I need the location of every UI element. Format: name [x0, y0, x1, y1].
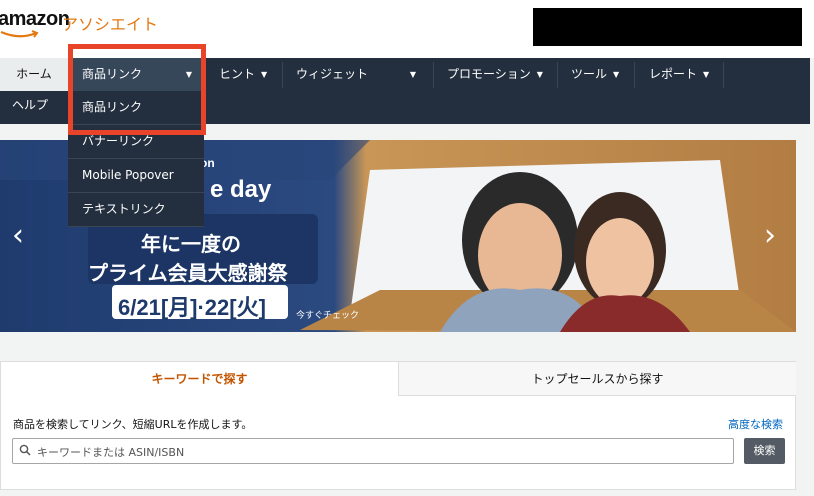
- nav-home-label: ホーム: [16, 67, 52, 81]
- chevron-down-icon: ▼: [409, 70, 416, 79]
- logo-smile-icon: [0, 30, 39, 38]
- dropdown-item-text-links[interactable]: テキストリンク: [68, 193, 204, 227]
- banner-headline-line2: プライム会員大感謝祭: [88, 261, 288, 285]
- chevron-down-icon: ▼: [536, 70, 543, 79]
- search-icon: [19, 444, 31, 456]
- nav-divider: [723, 62, 724, 88]
- chevron-down-icon: ▼: [185, 70, 192, 79]
- nav-divider: [557, 62, 558, 88]
- banner-headline-line1: 年に一度の: [141, 232, 241, 256]
- product-search-panel: キーワードで探す トップセールスから探す 商品を検索してリンク、短縮URLを作成…: [0, 361, 796, 490]
- nav-divider: [282, 62, 283, 88]
- search-input[interactable]: [35, 442, 729, 462]
- chevron-down-icon: ▼: [703, 70, 710, 79]
- search-button[interactable]: 検索: [744, 438, 785, 464]
- nav-home[interactable]: ホーム: [0, 58, 68, 91]
- dropdown-item-product-links[interactable]: 商品リンク: [68, 91, 204, 125]
- search-field[interactable]: [12, 438, 734, 464]
- logo-amazon-text: amazon: [0, 8, 70, 30]
- nav-divider: [634, 62, 635, 88]
- header: amazon アソシエイト: [0, 0, 814, 58]
- nav-help[interactable]: ヘルプ: [12, 96, 48, 113]
- chevron-right-icon[interactable]: ›: [764, 218, 776, 253]
- advanced-search-link[interactable]: 高度な検索: [728, 416, 783, 432]
- tab-top-sellers[interactable]: トップセールスから探す: [398, 362, 796, 396]
- redacted-account-area: [533, 8, 802, 46]
- chevron-left-icon[interactable]: ‹: [12, 218, 24, 253]
- dropdown-item-banner-links[interactable]: バナーリンク: [68, 125, 204, 159]
- nav-tools[interactable]: ツール ▼: [571, 58, 619, 91]
- nav-divider: [433, 62, 434, 88]
- tab-keyword-search[interactable]: キーワードで探す: [1, 362, 398, 396]
- banner-date: 6/21[月]·22[火]: [118, 295, 266, 320]
- nav-promotions-label: プロモーション: [447, 67, 531, 81]
- nav-reports[interactable]: レポート ▼: [649, 58, 709, 91]
- chevron-down-icon: ▼: [261, 70, 268, 79]
- nav-tools-label: ツール: [571, 67, 608, 81]
- nav-reports-label: レポート: [649, 67, 698, 81]
- banner-title-partial: e day: [210, 176, 272, 203]
- chevron-down-icon: ▼: [613, 70, 620, 79]
- nav-widgets-label: ウィジェット: [296, 67, 369, 81]
- nav-hints[interactable]: ヒント ▼: [219, 58, 267, 91]
- nav-product-links[interactable]: 商品リンク ▼: [68, 58, 204, 91]
- dropdown-item-mobile-popover[interactable]: Mobile Popover: [68, 159, 204, 193]
- search-description: 商品を検索してリンク、短縮URLを作成します。: [13, 418, 253, 431]
- nav-product-links-label: 商品リンク: [82, 67, 143, 81]
- nav-widgets[interactable]: ウィジェット ▼: [296, 58, 426, 91]
- banner-cta-link[interactable]: 今すぐチェック: [296, 308, 359, 321]
- logo-associates-text: アソシエイト: [62, 15, 159, 34]
- product-links-dropdown: 商品リンク バナーリンク Mobile Popover テキストリンク: [68, 91, 204, 227]
- nav-promotions[interactable]: プロモーション ▼: [447, 58, 543, 91]
- nav-hints-label: ヒント: [219, 67, 256, 81]
